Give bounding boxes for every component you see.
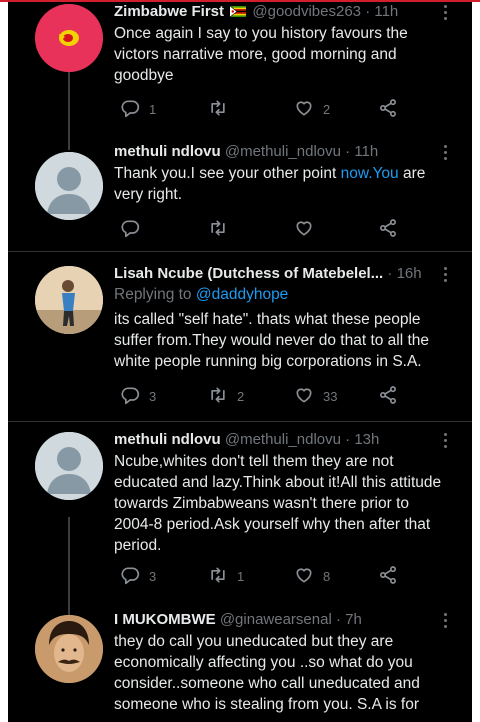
share-button[interactable] bbox=[378, 563, 407, 587]
share-icon bbox=[380, 386, 396, 404]
reply-count: 3 bbox=[149, 568, 157, 584]
zimbabwe-flag-icon bbox=[230, 3, 247, 18]
heart-icon bbox=[296, 101, 312, 116]
profile-photo-icon bbox=[35, 266, 103, 334]
heart-icon bbox=[296, 568, 312, 583]
like-button[interactable] bbox=[294, 216, 323, 240]
bird-emblem-icon bbox=[35, 4, 103, 72]
retweet-count: 1 bbox=[237, 568, 245, 584]
tweet-text: Once again I say to you history favours … bbox=[114, 25, 408, 84]
like-count: 8 bbox=[323, 568, 331, 584]
share-button[interactable] bbox=[378, 96, 407, 120]
author-name[interactable]: Zimbabwe First bbox=[114, 3, 224, 20]
heart-icon bbox=[296, 388, 312, 403]
author-name[interactable]: I MUKOMBWE bbox=[114, 611, 216, 628]
author-name[interactable]: methuli ndlovu bbox=[114, 143, 221, 160]
more-icon[interactable] bbox=[444, 613, 448, 631]
tweet[interactable]: methuli ndlovu @methuli_ndlovu · 13h Ncu… bbox=[8, 422, 472, 598]
author-handle[interactable]: @methuli_ndlovu bbox=[225, 431, 341, 448]
author-name[interactable]: Lisah Ncube (Dutchess of Matebelel... bbox=[114, 265, 383, 282]
tweet-time[interactable]: · 11h bbox=[345, 143, 378, 160]
share-icon bbox=[380, 99, 396, 117]
avatar[interactable] bbox=[35, 152, 103, 220]
retweet-button[interactable]: 1 bbox=[208, 563, 244, 587]
like-count: 2 bbox=[323, 101, 331, 117]
retweet-button[interactable] bbox=[208, 96, 237, 120]
reply-icon bbox=[121, 567, 140, 585]
avatar[interactable] bbox=[35, 615, 103, 683]
reply-icon bbox=[121, 100, 140, 118]
retweet-icon bbox=[211, 387, 225, 403]
share-icon bbox=[380, 219, 396, 237]
retweet-count: 2 bbox=[237, 388, 245, 404]
tweet-time[interactable]: · 13h bbox=[345, 431, 379, 448]
like-button[interactable]: 2 bbox=[294, 96, 330, 120]
author-handle[interactable]: @goodvibes263 bbox=[252, 3, 361, 20]
tweet-time[interactable]: · 7h bbox=[336, 611, 362, 628]
more-icon[interactable] bbox=[444, 267, 448, 285]
tweet-link[interactable]: now.You bbox=[341, 165, 399, 182]
tweet[interactable]: Zimbabwe First @goodvibes263 · 11h Once … bbox=[8, 2, 472, 130]
author-handle[interactable]: @methuli_ndlovu bbox=[225, 143, 341, 160]
tweet-time[interactable]: · 16h bbox=[387, 265, 421, 282]
reply-button[interactable]: 3 bbox=[120, 563, 156, 587]
retweet-button[interactable]: 2 bbox=[208, 383, 244, 407]
share-button[interactable] bbox=[378, 383, 407, 407]
like-button[interactable]: 8 bbox=[294, 563, 330, 587]
more-icon[interactable] bbox=[444, 433, 448, 451]
tweet-thread: Zimbabwe First @goodvibes263 · 11h Once … bbox=[8, 2, 472, 722]
reply-icon bbox=[121, 220, 140, 238]
replying-to: Replying to @daddyhope bbox=[114, 286, 289, 303]
author-handle[interactable]: @ginawearsenal bbox=[220, 611, 332, 628]
share-button[interactable] bbox=[378, 216, 407, 240]
more-icon[interactable] bbox=[444, 145, 448, 163]
share-icon bbox=[380, 566, 396, 584]
mention-link[interactable]: @daddyhope bbox=[196, 286, 288, 303]
more-icon[interactable] bbox=[444, 5, 448, 23]
tweet[interactable]: methuli ndlovu @methuli_ndlovu · 11h Tha… bbox=[8, 130, 472, 252]
tweet-time[interactable]: · 11h bbox=[365, 3, 398, 20]
reply-button[interactable]: 3 bbox=[120, 383, 156, 407]
profile-photo-icon bbox=[35, 615, 103, 683]
reply-icon bbox=[121, 387, 140, 405]
tweet-text: they do call you uneducated but they are… bbox=[114, 633, 420, 713]
heart-icon bbox=[296, 221, 312, 236]
tweet-text: Thank you.I see your other point now.You… bbox=[114, 165, 426, 203]
like-count: 33 bbox=[323, 388, 338, 404]
like-button[interactable]: 33 bbox=[294, 383, 337, 407]
tweet[interactable]: I MUKOMBWE @ginawearsenal · 7h they do c… bbox=[8, 598, 472, 722]
tweet-text: Ncube,whites don't tell them they are no… bbox=[114, 453, 442, 554]
default-avatar-icon bbox=[35, 432, 103, 500]
avatar[interactable] bbox=[35, 4, 103, 72]
tweet-text: its called "self hate". thats what these… bbox=[114, 311, 430, 370]
tweet[interactable]: Lisah Ncube (Dutchess of Matebelel... · … bbox=[8, 252, 472, 422]
default-avatar-icon bbox=[35, 152, 103, 220]
retweet-icon bbox=[211, 220, 225, 236]
reply-button[interactable]: 1 bbox=[120, 96, 156, 120]
retweet-icon bbox=[211, 100, 225, 116]
avatar[interactable] bbox=[35, 266, 103, 334]
avatar[interactable] bbox=[35, 432, 103, 500]
reply-count: 3 bbox=[149, 388, 157, 404]
retweet-button[interactable] bbox=[208, 216, 237, 240]
author-name[interactable]: methuli ndlovu bbox=[114, 431, 221, 448]
retweet-icon bbox=[211, 567, 225, 583]
reply-button[interactable] bbox=[120, 216, 149, 240]
reply-count: 1 bbox=[149, 101, 157, 117]
